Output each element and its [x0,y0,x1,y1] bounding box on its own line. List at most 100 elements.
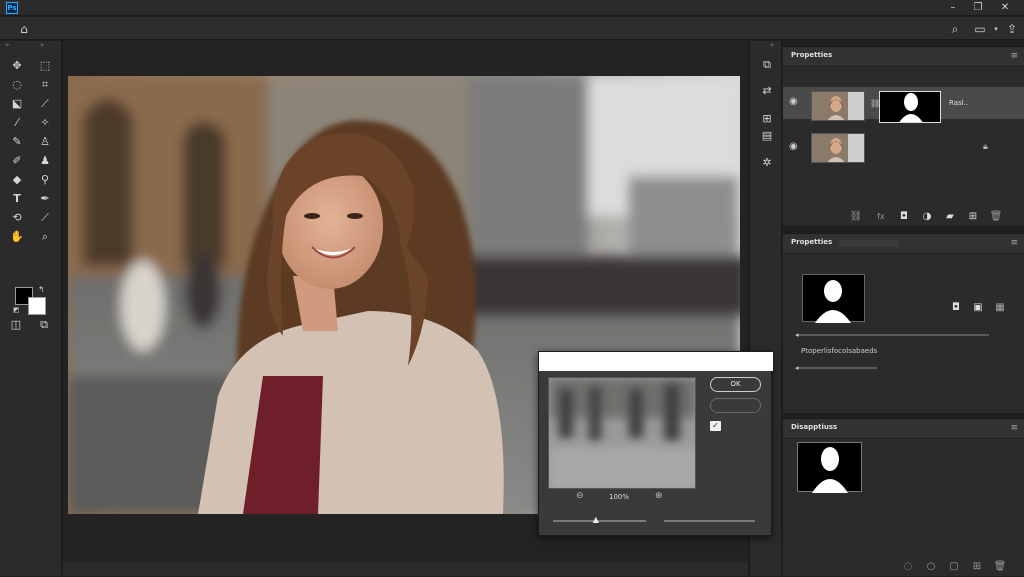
layers-tab-label: Propetties [791,51,833,59]
masks-panel-tab[interactable]: Disapptiuss ≡ [783,419,1024,439]
adjustments-icon[interactable]: ⇄ [758,82,776,100]
trash-icon[interactable]: 🗑︎ [993,560,1007,574]
threshold-slider-track[interactable] [664,520,755,522]
ok-button[interactable]: OK [710,377,761,392]
collapse-icon[interactable]: » [5,41,9,49]
lock-icon[interactable]: 🔒︎ [983,142,988,152]
search-icon[interactable]: ⌕ [946,20,964,38]
link-icon[interactable]: ⛓ [849,210,863,224]
pen-icon[interactable]: ✒ [35,189,55,209]
move-icon[interactable]: ✥ [7,56,27,76]
workspace-icon[interactable]: ▭ [971,20,989,38]
cancel-button[interactable] [710,398,761,413]
masks-panel: Disapptiuss ≡ ◌ ○ ▢ ⊞ 🗑︎ [783,418,1024,576]
panel-menu-icon[interactable]: ≡ [1010,51,1018,61]
mask-thumbnail [797,442,862,493]
layer-thumbnail [811,91,865,121]
zoom-icon[interactable]: ⌕ [35,227,55,247]
zoom-out-icon[interactable]: ⊖ [576,491,584,501]
plus-square-icon[interactable]: ⊞ [970,560,984,574]
masks-footer: ◌ ○ ▢ ⊞ 🗑︎ [783,558,1024,577]
close-icon[interactable]: ✕ [994,0,1016,16]
select-mask-icon[interactable]: ◘ [949,301,963,315]
feather-slider[interactable] [797,367,877,369]
zoom-in-icon[interactable]: ⊕ [655,491,663,501]
object-select-icon[interactable]: ⬕ [7,94,27,114]
dialog-preview[interactable] [548,377,696,489]
mask-preview-thumbnail [802,274,865,323]
rotate-view-icon[interactable]: ⟲ [7,208,27,228]
background-color-swatch[interactable] [28,297,46,315]
gradient-icon[interactable]: ◆ [7,170,27,190]
tool-spacer [6,276,26,296]
properties-field-label: Ptoperlisfocolsabaeds [801,347,878,355]
channels-icon[interactable]: ▤ [758,127,776,145]
marquee-icon[interactable]: ⬚ [35,56,55,76]
dotted-circle-icon[interactable]: ◌ [901,560,915,574]
chevron-down-icon[interactable]: ▾ [992,20,1000,38]
screen-mode-icon[interactable]: ⧉ [34,315,54,335]
zoom-level: 100% [609,493,630,501]
collapse-icon[interactable]: « [770,41,774,49]
properties-tab-label: Propetties [791,238,833,246]
adjustment-icon[interactable]: ◑ [920,210,934,224]
brush-icon[interactable]: ✎ [7,132,27,152]
layer-mask-thumbnail[interactable] [879,91,941,123]
title-bar: Ps – ❐ ✕ [0,0,1024,16]
history-brush-icon[interactable]: ✐ [7,151,27,171]
circle-icon[interactable]: ○ [924,560,938,574]
path-select-icon[interactable]: ⟋ [35,208,55,228]
navigator-icon[interactable]: ⊞ [758,110,776,128]
layer-row[interactable]: ◉ 🔒︎ [783,132,1024,164]
visibility-eye-icon[interactable]: ◉ [789,141,803,153]
swap-colors-icon[interactable]: ↰ [38,285,45,294]
crop-icon[interactable]: ⌗ [35,75,55,95]
document-status-bar [63,562,748,576]
preview-checkbox[interactable]: ✓ [710,421,721,431]
square-icon[interactable]: ▢ [947,560,961,574]
apply-mask-icon[interactable]: ▦ [993,301,1007,315]
healing-icon[interactable]: ✧ [35,113,55,133]
layers-footer: ⛓ fx ◘ ◑ ▰ ⊞ 🗑︎ [783,207,1024,227]
frame-icon[interactable]: ⟋ [35,94,55,114]
share-icon[interactable]: ⇪ [1003,20,1021,38]
quick-mask-icon[interactable]: ◫ [6,315,26,335]
trash-icon[interactable]: 🗑︎ [989,210,1003,224]
layer-name: Rasl.. [949,99,969,107]
panel-menu-icon[interactable]: ≡ [1010,238,1018,248]
slider-handle[interactable]: ◂ [795,331,801,339]
home-icon[interactable]: ⌂ [15,20,33,38]
layer-row[interactable]: ◉ ⛓ Rasl.. [783,87,1024,123]
dialog-title-bar[interactable] [539,352,773,371]
visibility-eye-icon[interactable]: ◉ [789,96,803,108]
minimize-icon[interactable]: – [942,0,964,16]
mask-icon[interactable]: ◘ [897,210,911,224]
collapse-icon[interactable]: » [40,41,44,49]
properties-panel-tab[interactable]: Propetties ≡ [783,234,1024,254]
properties-panel: Propetties ≡ ◘ ▣ ▦ ◂ Ptoperlisfocolsabae… [783,233,1024,413]
blur-icon[interactable]: ⚲ [35,170,55,190]
default-colors-icon[interactable]: ◩ [13,306,20,314]
folder-icon[interactable]: ▰ [943,210,957,224]
photoshop-logo: Ps [6,2,18,14]
hand-icon[interactable]: ✋ [7,227,27,247]
tools-wand-icon[interactable]: ✲ [758,154,776,172]
eraser-icon[interactable]: ♟ [35,151,55,171]
panel-menu-icon[interactable]: ≡ [1010,423,1018,433]
density-slider[interactable] [797,334,989,336]
radius-slider-handle[interactable]: ▲ [593,515,601,524]
layers-panel-tab[interactable]: Propetties ≡ [783,47,1024,67]
slider-handle[interactable]: ◂ [795,364,801,372]
tab-placeholder [839,240,899,247]
lasso-icon[interactable]: ◌ [7,75,27,95]
tools-panel: » » ✥ ⬚ ◌ ⌗ ⬕ ⟋ ⁄ ✧ ✎ ♙ ✐ ♟ ◆ ⚲ T ✒ ⟲ ⟋ … [0,41,62,576]
history-icon[interactable]: ⧉ [758,56,776,74]
type-icon[interactable]: T [7,189,27,209]
eyedropper-icon[interactable]: ⁄ [7,113,27,133]
stamp-icon[interactable]: ♙ [35,132,55,152]
new-layer-icon[interactable]: ⊞ [966,210,980,224]
vector-mask-icon[interactable]: ▣ [971,301,985,315]
fx-icon[interactable]: fx [874,210,888,224]
masks-tab-label: Disapptiuss [791,423,838,431]
restore-icon[interactable]: ❐ [967,0,989,16]
